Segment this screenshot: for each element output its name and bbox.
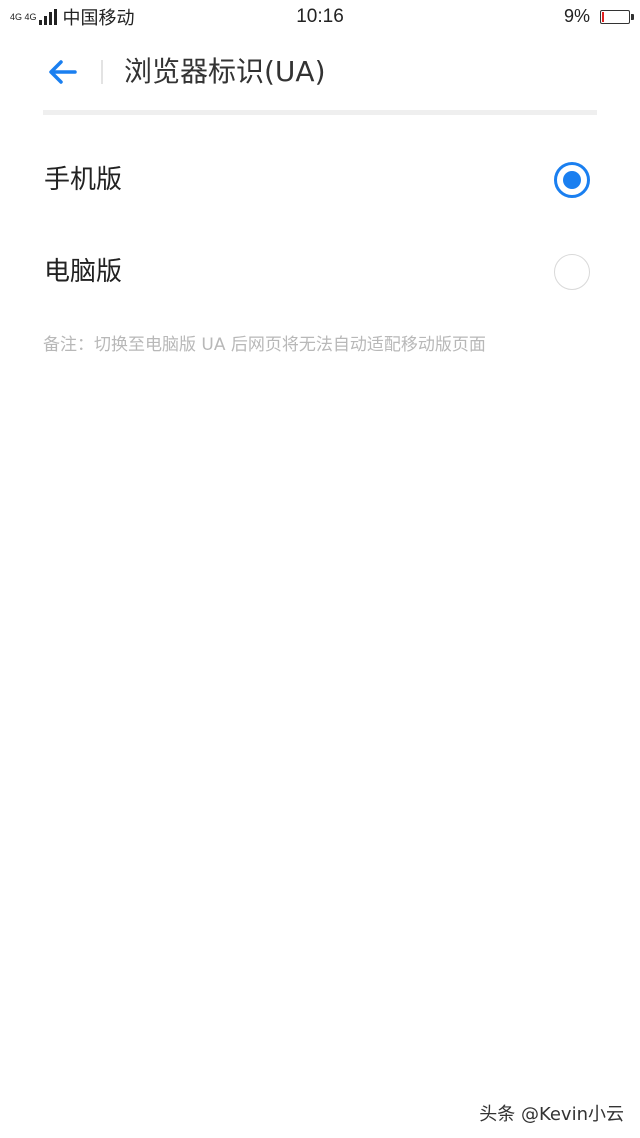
header-divider [101, 60, 103, 84]
status-bar: 4G 4G 中国移动 10:16 9% [0, 0, 640, 34]
radio-button-desktop[interactable] [554, 254, 590, 290]
option-desktop[interactable]: 电脑版 [0, 226, 640, 318]
radio-button-mobile[interactable] [554, 162, 590, 198]
option-label: 电脑版 [44, 257, 123, 287]
watermark: 头条 @Kevin小云 [479, 1104, 624, 1125]
battery-fill [602, 11, 604, 22]
app-header: 浏览器标识(UA) [0, 34, 640, 110]
clock: 10:16 [296, 6, 344, 27]
note-text: 备注：切换至电脑版 UA 后网页将无法自动适配移动版页面 [43, 335, 486, 355]
option-label: 手机版 [44, 165, 123, 195]
battery-percent: 9% [563, 6, 590, 26]
arrow-left-icon [49, 60, 77, 84]
status-right: 9% [563, 6, 634, 27]
header-separator [43, 110, 597, 115]
page-title: 浏览器标识(UA) [124, 55, 326, 88]
back-button[interactable] [40, 52, 84, 92]
option-mobile[interactable]: 手机版 [0, 134, 640, 226]
battery-icon [600, 9, 634, 24]
